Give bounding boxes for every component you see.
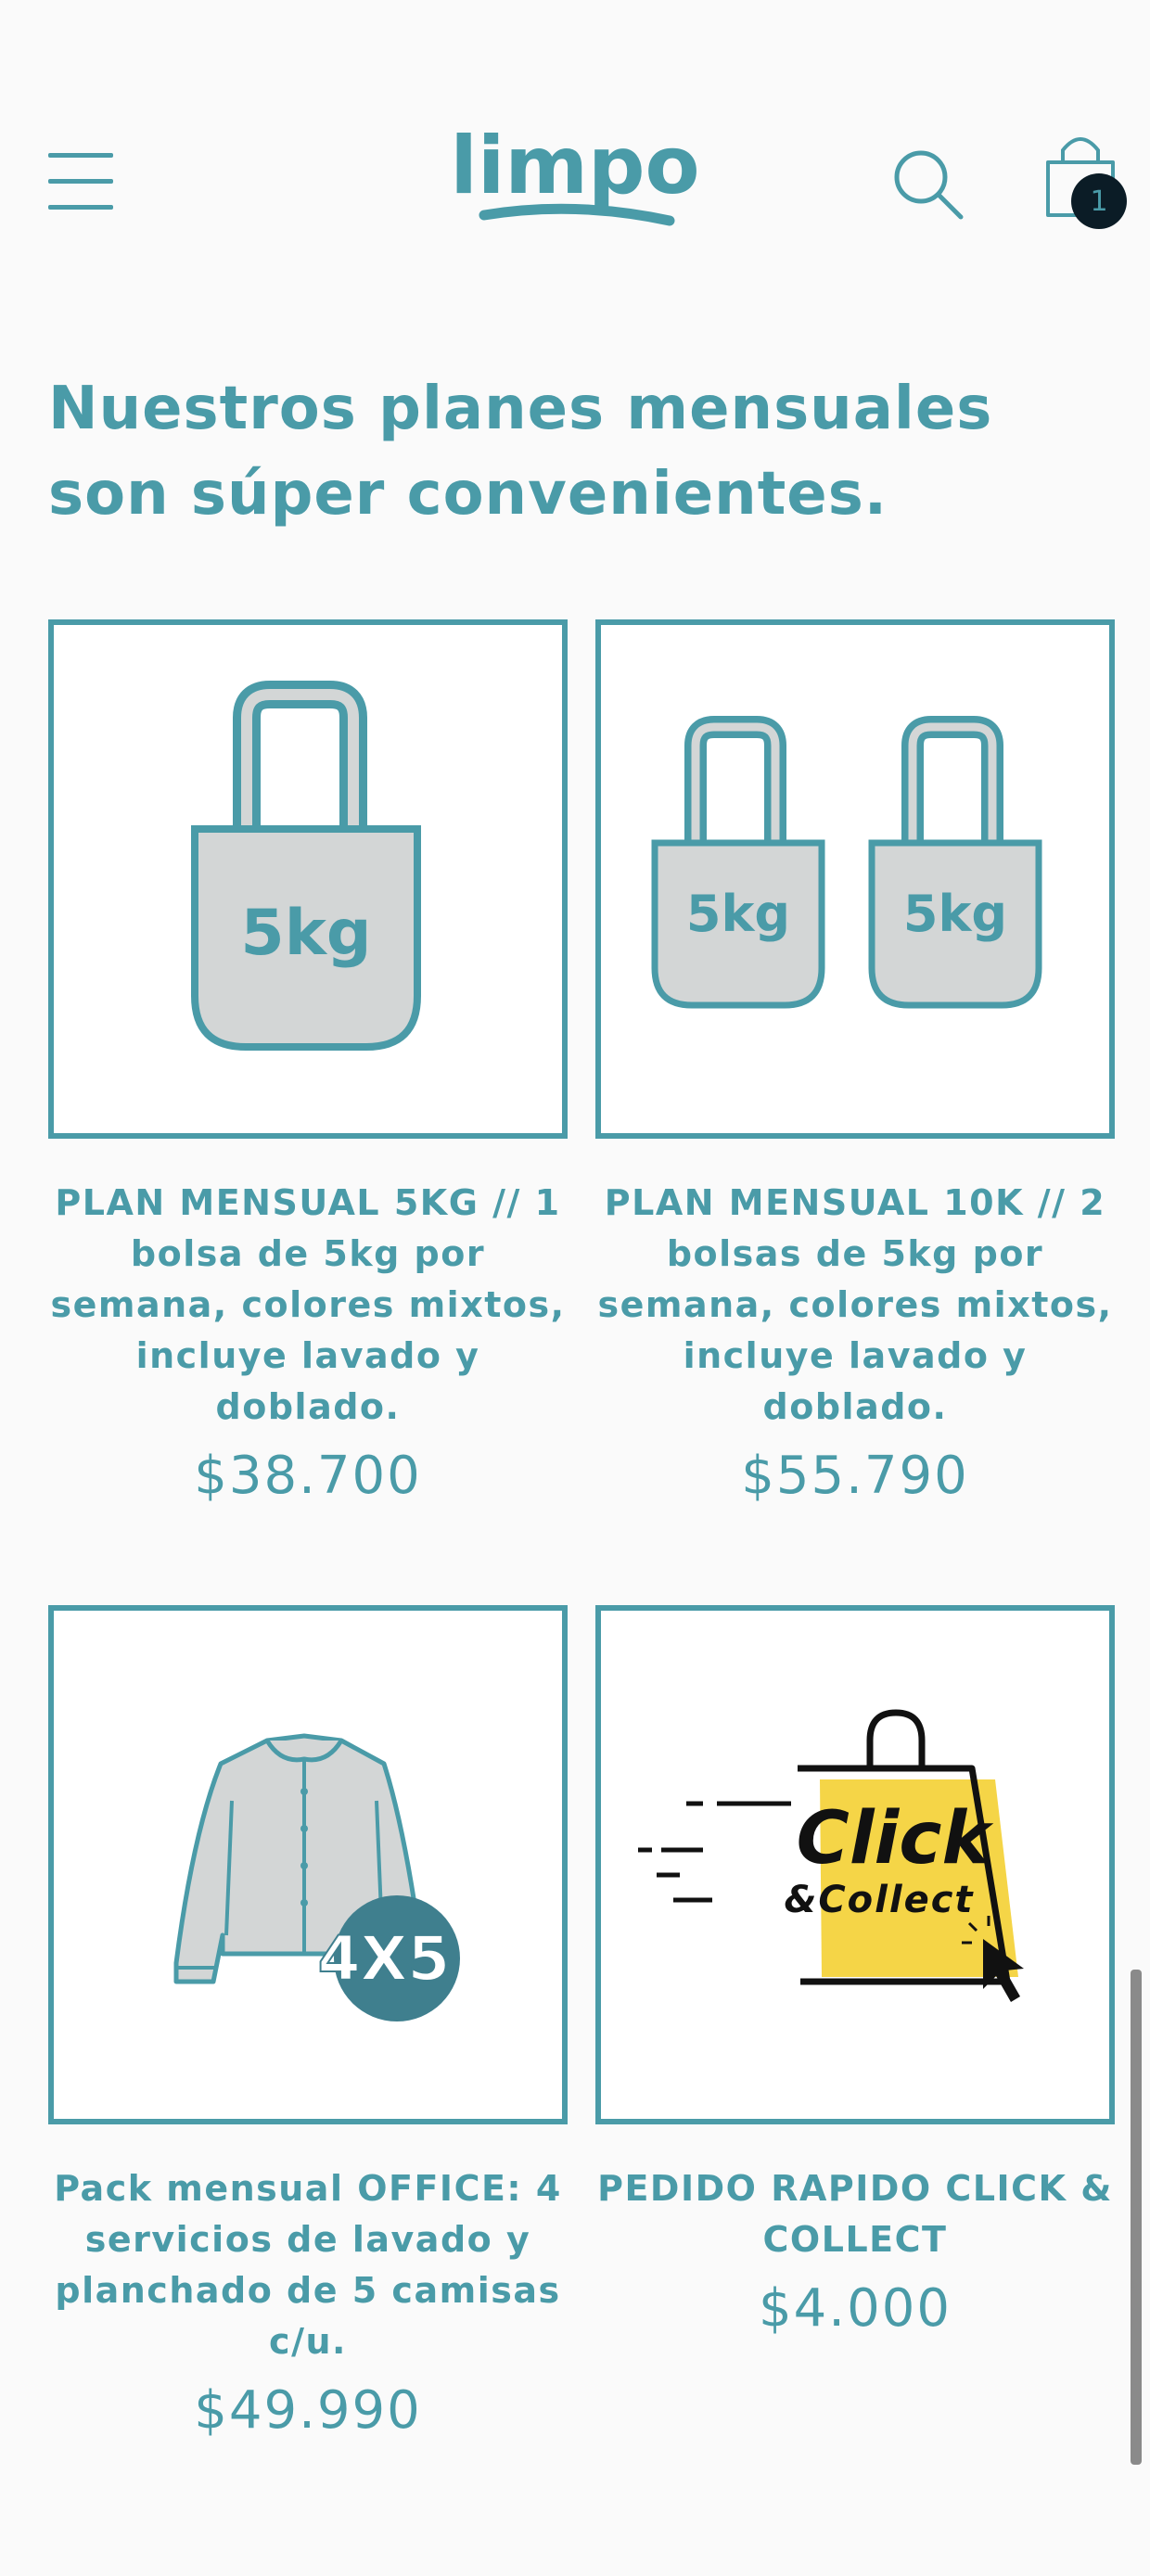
product-title[interactable]: PLAN MENSUAL 10K // 2 bolsas de 5kg por … (595, 1178, 1115, 1433)
product-price: $49.990 (194, 2380, 422, 2441)
product-card[interactable]: 5kg 5kg PLAN MENSUAL 10K // 2 bolsas de … (595, 619, 1143, 1506)
product-title[interactable]: PLAN MENSUAL 5KG // 1 bolsa de 5kg por s… (48, 1178, 568, 1433)
svg-text:&Collect: &Collect (784, 1879, 974, 1921)
product-card[interactable]: 5kg PLAN MENSUAL 5KG // 1 bolsa de 5kg p… (48, 619, 595, 1506)
svg-text:Click: Click (797, 1797, 994, 1881)
tote-bag-icon: 5kg (191, 681, 421, 1051)
search-icon[interactable] (892, 148, 965, 221)
product-card[interactable]: Click &Collect PEDIDO RAPIDO CLICK & COL… (595, 1605, 1143, 2339)
limpo-logo[interactable]: limpo (445, 121, 705, 241)
product-card[interactable]: 4X5 Pack mensual OFFICE: 4 servicios de … (48, 1605, 595, 2441)
cart-count-badge[interactable]: 1 (1071, 173, 1127, 229)
svg-text:5kg: 5kg (686, 885, 790, 943)
section-title: Nuestros planes mensuales son súper conv… (48, 375, 993, 529)
product-image[interactable]: 5kg (48, 619, 568, 1139)
menu-icon[interactable] (48, 153, 113, 210)
svg-text:limpo: limpo (450, 121, 699, 212)
svg-text:5kg: 5kg (903, 885, 1007, 943)
product-title[interactable]: PEDIDO RAPIDO CLICK & COLLECT (595, 2163, 1115, 2265)
product-image[interactable]: 5kg 5kg (595, 619, 1115, 1139)
two-tote-bags-icon: 5kg 5kg (651, 716, 1042, 1009)
shirt-icon: 4X5 (173, 1733, 460, 2021)
site-header: limpo 1 (0, 0, 1150, 278)
scrollbar[interactable] (1131, 1970, 1142, 2465)
product-price: $55.790 (741, 1446, 969, 1506)
svg-text:4X5: 4X5 (318, 1923, 451, 1995)
product-price: $38.700 (194, 1446, 422, 1506)
product-title[interactable]: Pack mensual OFFICE: 4 servicios de lava… (48, 2163, 568, 2367)
product-price: $4.000 (759, 2278, 952, 2339)
svg-text:5kg: 5kg (240, 897, 371, 970)
click-and-collect-logo: Click &Collect (638, 1709, 1024, 2002)
product-image[interactable]: Click &Collect (595, 1605, 1115, 2124)
product-image[interactable]: 4X5 (48, 1605, 568, 2124)
